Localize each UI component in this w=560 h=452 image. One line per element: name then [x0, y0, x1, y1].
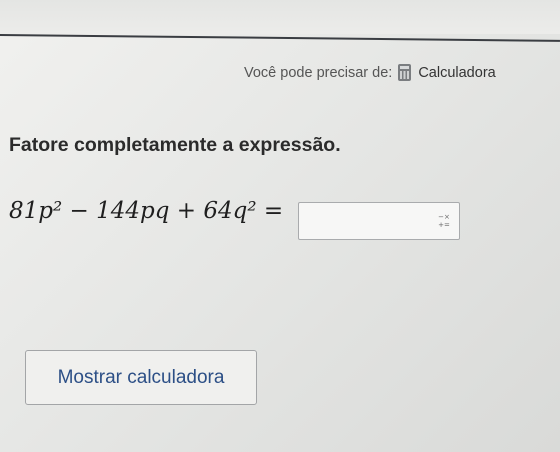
- keypad-glyph-top: −×: [438, 213, 450, 221]
- expression-text: 81p² − 144pq + 64q² =: [9, 198, 284, 224]
- calculator-icon[interactable]: [398, 64, 412, 81]
- top-shade: [0, 0, 560, 34]
- question-prompt: Fatore completamente a expressão.: [9, 134, 341, 156]
- calculator-link[interactable]: Calculadora: [418, 65, 495, 81]
- hint-text: Você pode precisar de:: [244, 64, 393, 81]
- expression: 81p² − 144pq + 64q² =: [9, 198, 283, 224]
- math-keypad-icon[interactable]: −× +=: [437, 213, 451, 229]
- keypad-glyph-bottom: +=: [438, 221, 450, 229]
- calculator-hint: Você pode precisar de: Calculadora: [244, 64, 496, 81]
- top-divider: [0, 34, 560, 42]
- answer-input[interactable]: −× +=: [298, 202, 460, 240]
- show-calculator-button[interactable]: Mostrar calculadora: [25, 350, 257, 405]
